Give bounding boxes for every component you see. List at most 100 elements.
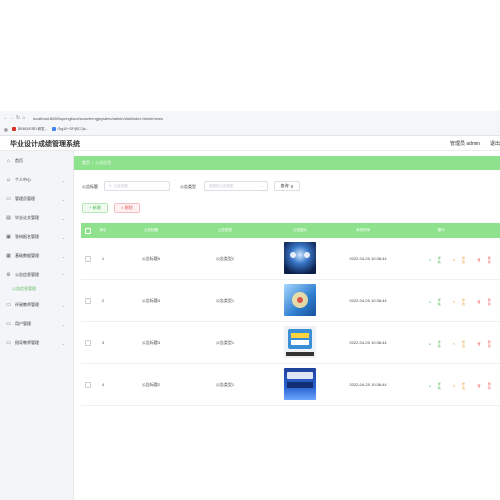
edit-button[interactable]: ✎ 修改 — [453, 298, 471, 306]
view-button[interactable]: ● 详情 — [429, 382, 447, 390]
home-browser-icon[interactable]: ⌂ — [21, 115, 27, 121]
view-label: 详情 — [437, 298, 441, 306]
teacher-icon: ▭ — [6, 340, 11, 346]
delete-row-button[interactable]: 🗑 删除 — [477, 298, 497, 306]
person-icon: ☺ — [6, 177, 12, 183]
breadcrumb-current: 公告信息 — [95, 160, 112, 165]
breadcrumb-home[interactable]: 首页 — [82, 160, 90, 165]
chevron-down-icon: ⌄ — [61, 340, 65, 346]
row-actions: ● 详情 ✎ 修改 🗑 删除 — [429, 256, 500, 264]
edit-button[interactable]: ✎ 修改 — [453, 256, 471, 264]
search-icon: ⚲ — [109, 184, 112, 188]
main-content: 首页 / 公告信息 公告标题 ⚲ 公告标题 公告类型 请选择公告类型 ⌄ 查询 ⚲ … — [74, 151, 500, 500]
row-checkbox[interactable] — [85, 340, 91, 346]
image-light — [304, 252, 310, 258]
sidebar-item-notice[interactable]: ⚙ 公告信息管理 ⌃ — [0, 270, 73, 280]
image-board — [288, 329, 312, 349]
header-title: 公告标题 — [144, 228, 158, 232]
sidebar-item-admin[interactable]: ▭ 管理员管理 ⌄ — [0, 194, 73, 204]
row-title: 公告标题4 — [141, 298, 161, 303]
header-image: 公告图片 — [293, 228, 307, 232]
chevron-down-icon: ⌄ — [61, 321, 65, 327]
image-strip — [291, 333, 309, 338]
chevron-down-icon: ⌄ — [61, 196, 65, 202]
sidebar-item-signup[interactable]: ▣ 答辩报名管理 ⌄ — [0, 232, 73, 242]
row-type: 公告类型1 — [215, 298, 235, 303]
sidebar-item-profile[interactable]: ☺ 个人中心 ⌄ — [0, 175, 73, 185]
row-index: 4 — [101, 382, 105, 387]
admin-icon: ▭ — [6, 196, 11, 202]
row-time: 2022-04-25 10:38:44 — [349, 298, 387, 303]
address-bar[interactable]: localhost:8080/springboot/ssmzhengjsyste… — [33, 116, 163, 121]
edit-button[interactable]: ✎ 修改 — [453, 340, 471, 348]
breadcrumb: 首页 / 公告信息 — [74, 156, 500, 170]
add-button[interactable]: + 新增 — [82, 203, 108, 213]
row-checkbox[interactable] — [85, 298, 91, 304]
delete-button[interactable]: × 删除 — [114, 203, 140, 213]
view-button[interactable]: ● 详情 — [429, 298, 447, 306]
review-icon: ▭ — [6, 302, 11, 308]
edit-label: 修改 — [462, 298, 466, 306]
row-checkbox[interactable] — [85, 382, 91, 388]
row-checkbox[interactable] — [85, 256, 91, 262]
view-icon: ● — [429, 384, 431, 388]
sidebar-subitem-notice[interactable]: 公告信息管理 — [12, 286, 36, 292]
bookmark-favicon — [51, 127, 56, 131]
bookmark-label: Org10~SF/(SCJ)s... — [57, 127, 89, 131]
title-filter-input[interactable]: ⚲ 公告标题 — [104, 181, 170, 191]
delete-row-button[interactable]: 🗑 删除 — [477, 382, 497, 390]
view-label: 详情 — [437, 256, 441, 264]
row-actions: ● 详情 ✎ 修改 🗑 删除 — [429, 382, 500, 390]
header-actions: 操作 — [437, 228, 445, 232]
row-type: 公告类型2 — [215, 256, 235, 261]
sidebar-item-label: 指导教师管理 — [15, 340, 39, 345]
bookmark-bar: ▦ DEMO/ERD 研发... Org10~SF/(SCJ)s... — [0, 124, 500, 134]
bookmark-label: DEMO/ERD 研发... — [17, 126, 48, 131]
edit-icon: ✎ — [452, 342, 456, 346]
logout-link[interactable]: 退出 — [490, 140, 500, 147]
edit-icon: ✎ — [452, 384, 456, 388]
notice-image — [284, 368, 316, 400]
delete-label: 删除 — [487, 382, 491, 390]
sidebar-item-label: 用户管理 — [15, 321, 31, 326]
bookmark-item-1[interactable]: DEMO/ERD 研发... — [11, 126, 48, 132]
query-button[interactable]: 查询 ⚲ — [274, 181, 300, 191]
edit-button[interactable]: ✎ 修改 — [453, 382, 471, 390]
sidebar-item-reviewer[interactable]: ▭ 评阅教师管理 ⌄ — [0, 300, 73, 310]
table-row: 2 公告标题4 公告类型1 2022-04-25 10:38:44 ● 详情 ✎… — [81, 280, 500, 322]
row-time: 2022-04-25 10:38:44 — [349, 256, 387, 261]
notice-image — [284, 284, 316, 316]
header-type: 公告类型 — [218, 228, 232, 232]
table-row: 3 公告标题3 公告类型1 2022-04-25 10:38:44 ● 详情 ✎… — [81, 322, 500, 364]
row-time: 2022-04-25 10:38:44 — [349, 382, 387, 387]
delete-label: 删除 — [487, 256, 491, 264]
table-row: 1 公告标题5 公告类型2 2022-04-25 10:38:44 ● 详情 ✎… — [81, 238, 500, 280]
sidebar-item-home[interactable]: ⌂ 首页 — [0, 156, 73, 166]
title-filter-label: 公告标题 — [82, 184, 98, 189]
apps-icon[interactable]: ▦ — [4, 127, 8, 132]
view-button[interactable]: ● 详情 — [429, 256, 447, 264]
sidebar-item-paper[interactable]: ▤ 毕业论文管理 ⌄ — [0, 213, 73, 223]
title-filter-placeholder: 公告标题 — [113, 183, 128, 188]
chevron-down-icon: ⌄ — [61, 253, 65, 259]
sidebar-item-users[interactable]: ▭ 用户管理 ⌄ — [0, 319, 73, 329]
sidebar-item-label: 毕业论文管理 — [15, 215, 39, 220]
type-filter-select[interactable]: 请选择公告类型 ⌄ — [204, 181, 268, 191]
sidebar-item-basedata[interactable]: ▦ 基础数据管理 ⌄ — [0, 251, 73, 261]
bookmark-item-2[interactable]: Org10~SF/(SCJ)s... — [51, 127, 89, 131]
sidebar-item-label: 评阅教师管理 — [15, 302, 39, 307]
app-title: 毕业设计成绩管理系统 — [10, 141, 80, 148]
notice-image — [284, 242, 316, 274]
edit-label: 修改 — [462, 256, 466, 264]
select-all-checkbox[interactable] — [85, 228, 91, 234]
delete-row-button[interactable]: 🗑 删除 — [477, 340, 497, 348]
delete-row-button[interactable]: 🗑 删除 — [477, 256, 497, 264]
sidebar-item-teacher[interactable]: ▭ 指导教师管理 ⌄ — [0, 338, 73, 348]
delete-label: 删除 — [487, 340, 491, 348]
row-type: 公告类型1 — [215, 382, 235, 387]
view-button[interactable]: ● 详情 — [429, 340, 447, 348]
sidebar-item-label: 个人中心 — [15, 177, 31, 182]
view-icon: ● — [429, 258, 431, 262]
header-time: 添加时间 — [356, 228, 370, 232]
edit-icon: ✎ — [452, 300, 456, 304]
